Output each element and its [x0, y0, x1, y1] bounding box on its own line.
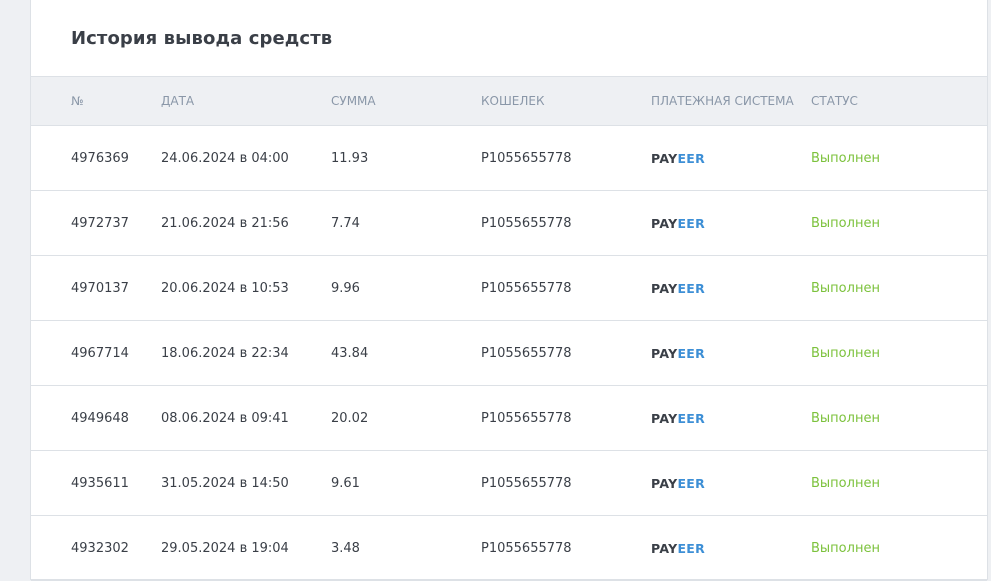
status-badge: Выполнен: [811, 411, 880, 426]
payeer-logo: PAYEER: [651, 411, 706, 426]
row-date: 29.05.2024 в 19:04: [161, 541, 289, 556]
column-header-number: №: [71, 94, 84, 108]
payeer-logo: PAYEER: [651, 476, 706, 491]
row-amount: 3.48: [331, 541, 360, 556]
status-badge: Выполнен: [811, 151, 880, 166]
row-amount: 20.02: [331, 411, 369, 426]
row-id: 4976369: [71, 151, 129, 166]
row-wallet: P1055655778: [481, 281, 572, 296]
row-date: 21.06.2024 в 21:56: [161, 216, 289, 231]
row-wallet: P1055655778: [481, 411, 572, 426]
row-wallet: P1055655778: [481, 216, 572, 231]
row-date: 20.06.2024 в 10:53: [161, 281, 289, 296]
row-date: 18.06.2024 в 22:34: [161, 346, 289, 361]
withdrawal-history-card: История вывода средств № Дата Сумма Коше…: [30, 0, 988, 581]
payeer-logo: PAYEER: [651, 541, 706, 556]
payeer-logo: PAYEER: [651, 216, 706, 231]
table-row: 4932302 29.05.2024 в 19:04 3.48 P1055655…: [31, 516, 987, 581]
row-amount: 9.96: [331, 281, 360, 296]
status-badge: Выполнен: [811, 216, 880, 231]
payeer-logo: PAYEER: [651, 151, 706, 166]
row-id: 4972737: [71, 216, 129, 231]
column-header-date: Дата: [161, 94, 195, 108]
status-badge: Выполнен: [811, 476, 880, 491]
row-date: 31.05.2024 в 14:50: [161, 476, 289, 491]
row-amount: 7.74: [331, 216, 360, 231]
table-header: № Дата Сумма Кошелек Платежная система С…: [31, 76, 987, 126]
column-header-payment-system: Платежная система: [651, 94, 794, 108]
table-row: 4976369 24.06.2024 в 04:00 11.93 P105565…: [31, 126, 987, 191]
column-header-amount: Сумма: [331, 94, 376, 108]
payeer-logo: PAYEER: [651, 346, 706, 361]
row-id: 4967714: [71, 346, 129, 361]
row-wallet: P1055655778: [481, 541, 572, 556]
table-row: 4949648 08.06.2024 в 09:41 20.02 P105565…: [31, 386, 987, 451]
row-amount: 9.61: [331, 476, 360, 491]
column-header-status: Статус: [811, 94, 858, 108]
status-badge: Выполнен: [811, 281, 880, 296]
row-wallet: P1055655778: [481, 346, 572, 361]
page-title: История вывода средств: [71, 28, 333, 49]
row-id: 4935611: [71, 476, 129, 491]
row-date: 24.06.2024 в 04:00: [161, 151, 289, 166]
status-badge: Выполнен: [811, 541, 880, 556]
table-row: 4970137 20.06.2024 в 10:53 9.96 P1055655…: [31, 256, 987, 321]
row-id: 4949648: [71, 411, 129, 426]
row-amount: 43.84: [331, 346, 369, 361]
row-wallet: P1055655778: [481, 476, 572, 491]
status-badge: Выполнен: [811, 346, 880, 361]
table-row: 4935611 31.05.2024 в 14:50 9.61 P1055655…: [31, 451, 987, 516]
table-row: 4967714 18.06.2024 в 22:34 43.84 P105565…: [31, 321, 987, 386]
payeer-logo: PAYEER: [651, 281, 706, 296]
row-id: 4932302: [71, 541, 129, 556]
row-id: 4970137: [71, 281, 129, 296]
row-date: 08.06.2024 в 09:41: [161, 411, 289, 426]
column-header-wallet: Кошелек: [481, 94, 545, 108]
table-row: 4972737 21.06.2024 в 21:56 7.74 P1055655…: [31, 191, 987, 256]
row-wallet: P1055655778: [481, 151, 572, 166]
row-amount: 11.93: [331, 151, 369, 166]
